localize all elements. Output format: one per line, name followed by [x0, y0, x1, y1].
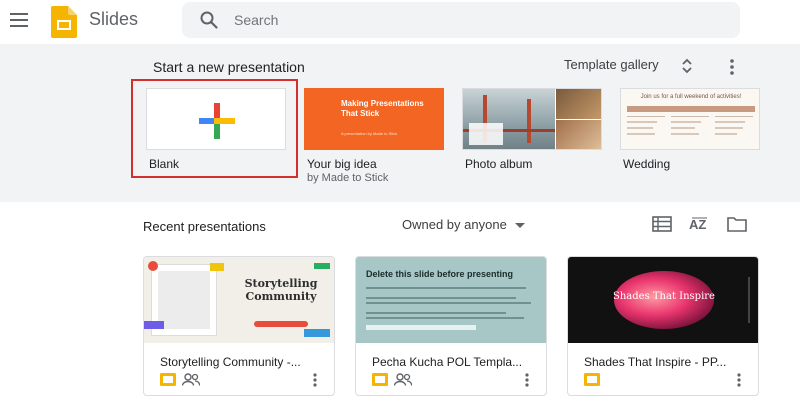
wedding-thumb-title: Join us for a full weekend of activities… [640, 94, 742, 100]
slides-logo-icon[interactable] [51, 6, 77, 38]
owner-filter-label: Owned by anyone [402, 217, 507, 232]
more-options-icon[interactable] [736, 372, 742, 388]
recent-file-card[interactable]: Shades That Inspire Shades That Inspire … [567, 256, 759, 396]
thumb-title: Delete this slide before presenting [366, 269, 514, 279]
file-thumbnail: Storytelling Community [144, 257, 334, 343]
list-view-icon[interactable] [652, 216, 672, 232]
slides-file-icon [584, 373, 600, 386]
owner-filter-dropdown[interactable]: Owned by anyone [402, 217, 525, 232]
recent-file-card[interactable]: Delete this slide before presenting Pech… [355, 256, 547, 396]
template-gallery-label: Template gallery [564, 57, 659, 72]
thumb-title: Shades That Inspire [613, 291, 715, 302]
photo-thumb-3 [556, 120, 601, 149]
folder-icon[interactable] [727, 216, 747, 232]
search-input[interactable]: Search [234, 12, 278, 28]
template-photo-album[interactable] [462, 88, 602, 150]
svg-text:AZ: AZ [689, 217, 706, 232]
top-bar: Slides Search [0, 0, 800, 44]
sort-az-icon[interactable]: AZ [689, 216, 711, 232]
file-title: Pecha Kucha POL Templa... [372, 355, 523, 369]
template-wedding[interactable]: Join us for a full weekend of activities… [620, 88, 760, 150]
shared-people-icon [182, 373, 200, 386]
more-options-icon[interactable] [725, 57, 739, 77]
template-gallery-button[interactable]: Template gallery [564, 57, 692, 77]
file-title: Shades That Inspire - PP... [584, 355, 727, 369]
template-your-big-idea-author: by Made to Stick [307, 172, 389, 184]
slides-file-icon [372, 373, 388, 386]
search-bar[interactable]: Search [182, 2, 740, 38]
template-thumb-subtitle: A presentation by Made to Stick [341, 131, 398, 136]
template-thumb-title: Making Presentations That Stick [341, 99, 424, 118]
photo-thumb-2 [556, 89, 601, 119]
template-section: Start a new presentation Template galler… [0, 44, 800, 202]
main-menu-icon[interactable] [10, 13, 28, 27]
selection-highlight [131, 79, 298, 178]
template-your-big-idea-label: Your big idea [307, 157, 377, 171]
dropdown-arrow-icon [514, 223, 525, 229]
recent-file-card[interactable]: Storytelling Community Storytelling Comm… [143, 256, 335, 396]
section-title-start: Start a new presentation [153, 59, 305, 75]
file-thumbnail: Delete this slide before presenting [356, 257, 546, 343]
template-your-big-idea[interactable]: Making Presentations That Stick A presen… [304, 88, 444, 150]
file-title: Storytelling Community -... [160, 355, 301, 369]
app-title: Slides [89, 9, 139, 29]
shared-people-icon [394, 373, 412, 386]
recent-presentations-title: Recent presentations [143, 219, 266, 234]
more-options-icon[interactable] [524, 372, 530, 388]
bridge-photo [463, 89, 555, 149]
template-photo-album-label: Photo album [465, 157, 533, 171]
slides-file-icon [160, 373, 176, 386]
template-wedding-label: Wedding [623, 157, 671, 171]
unfold-more-icon [682, 58, 692, 74]
search-icon[interactable] [200, 11, 218, 29]
more-options-icon[interactable] [312, 372, 318, 388]
thumb-title: Storytelling Community [244, 277, 318, 303]
file-thumbnail: Shades That Inspire [568, 257, 758, 343]
